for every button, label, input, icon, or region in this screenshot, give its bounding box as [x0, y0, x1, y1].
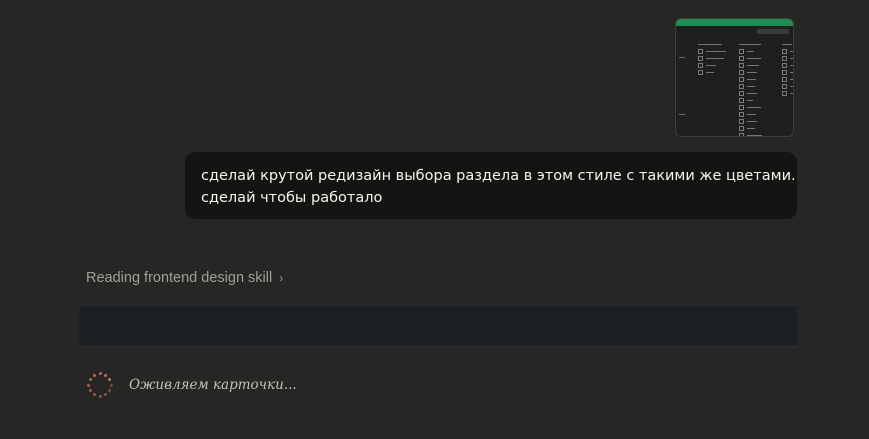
spinner-dot: [92, 373, 96, 377]
thumbnail-sidebar-mark: [679, 114, 685, 115]
spinner-dot: [92, 393, 96, 397]
loading-spinner-icon: [86, 371, 114, 399]
spinner-dot: [88, 389, 92, 393]
spinner-dot: [87, 383, 90, 387]
collapsed-content-panel: [79, 305, 797, 347]
spinner-dot: [98, 395, 102, 398]
thumbnail-column-1: [698, 41, 726, 76]
thumbnail-column-2: [739, 41, 762, 136]
spinner-dot: [104, 393, 108, 397]
thumbnail-search-box: [757, 29, 789, 34]
spinner-dot: [88, 377, 92, 381]
user-message-bubble: сделай крутой редизайн выбора раздела в …: [185, 152, 797, 219]
reading-skill-label: Reading frontend design skill: [86, 270, 273, 286]
spinner-dot: [110, 383, 113, 387]
user-message-line-1: сделай крутой редизайн выбора раздела в …: [201, 168, 796, 184]
user-message-line-2: сделай чтобы работало: [201, 190, 383, 206]
chevron-right-icon: ›: [279, 271, 284, 285]
thumbnail-header-bar: [676, 19, 793, 26]
spinner-dot: [104, 373, 108, 377]
spinner-dot: [108, 389, 112, 393]
thumbnail-sidebar-mark: [679, 57, 685, 58]
thumbnail-column-3: [782, 41, 793, 97]
attached-screenshot-thumbnail[interactable]: [675, 18, 794, 137]
spinner-dot: [108, 377, 112, 381]
status-text: Оживляем карточки...: [129, 377, 297, 393]
spinner-dot: [98, 372, 102, 375]
status-row: Оживляем карточки...: [86, 371, 297, 399]
reading-skill-toggle[interactable]: Reading frontend design skill ›: [86, 270, 283, 286]
chat-page: сделай крутой редизайн выбора раздела в …: [0, 0, 869, 439]
